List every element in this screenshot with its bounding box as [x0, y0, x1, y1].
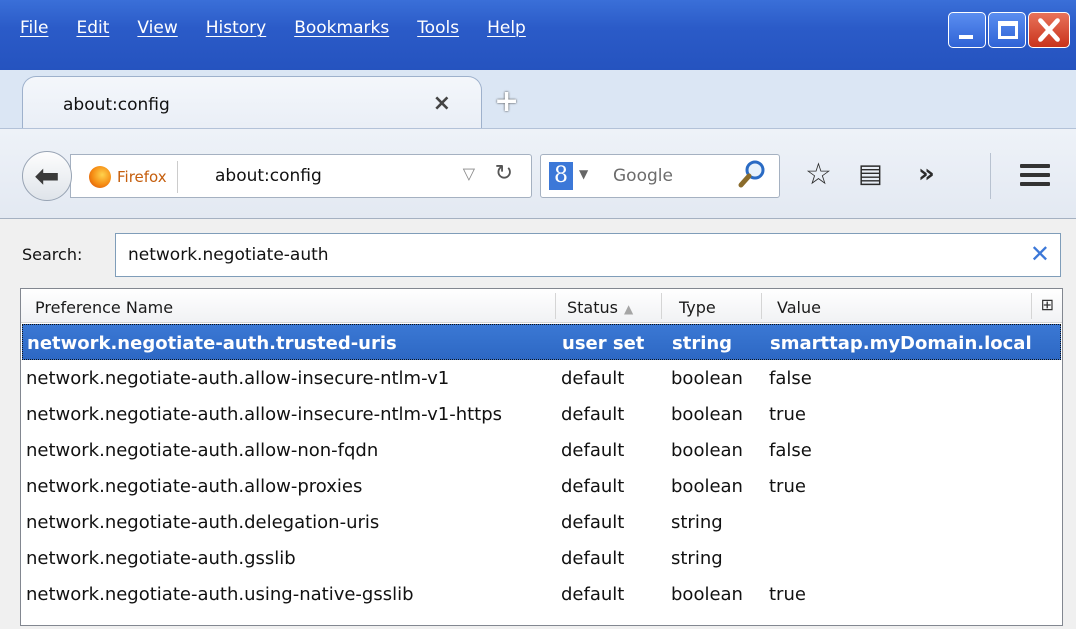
cell-value: smarttap.myDomain.local	[770, 333, 1032, 354]
cell-status: default	[561, 404, 625, 425]
cell-name: network.negotiate-auth.allow-non-fqdn	[26, 440, 379, 461]
column-divider[interactable]	[1031, 293, 1032, 319]
identity-box[interactable]: Firefox	[89, 161, 178, 193]
cell-status: default	[561, 548, 625, 569]
menu-view[interactable]: View	[123, 14, 191, 44]
cell-status: user set	[562, 333, 645, 354]
engine-dropdown-icon[interactable]: ▼	[579, 167, 588, 181]
cell-status: default	[561, 584, 625, 605]
back-arrow-icon: ⬅	[34, 158, 60, 194]
column-type[interactable]: Type	[679, 298, 716, 317]
column-preference-name[interactable]: Preference Name	[35, 298, 173, 317]
cell-type: string	[672, 333, 733, 354]
url-text[interactable]: about:config	[215, 166, 322, 186]
tab-title: about:config	[63, 95, 170, 115]
cell-name: network.negotiate-auth.allow-insecure-nt…	[26, 368, 450, 389]
config-search-input[interactable]: network.negotiate-auth ✕	[115, 233, 1061, 277]
menu-bookmarks[interactable]: Bookmarks	[280, 14, 403, 44]
cell-type: boolean	[671, 584, 743, 605]
cell-status: default	[561, 512, 625, 533]
navigation-toolbar: Firefox about:config ▽ ↻ ⬅ 8 ▼ Google ☆ …	[0, 128, 1076, 218]
cell-type: boolean	[671, 404, 743, 425]
cell-type: boolean	[671, 476, 743, 497]
table-row[interactable]: network.negotiate-auth.using-native-gssl…	[22, 576, 1061, 612]
tab-close-icon[interactable]: ×	[433, 91, 451, 116]
about-config-page: Search: network.negotiate-auth ✕ Prefere…	[0, 218, 1076, 629]
cell-status: default	[561, 440, 625, 461]
column-status-label: Status	[567, 298, 618, 317]
minimize-icon	[959, 35, 973, 39]
cell-value: false	[769, 440, 812, 461]
toolbar-separator	[990, 153, 991, 199]
table-row[interactable]: network.negotiate-auth.allow-non-fqdn def…	[22, 432, 1061, 468]
close-window-button[interactable]	[1028, 12, 1070, 48]
bookmarks-menu-icon[interactable]: ▤	[858, 159, 883, 189]
menu-edit[interactable]: Edit	[62, 14, 123, 44]
search-placeholder: Google	[613, 166, 673, 186]
table-row[interactable]: network.negotiate-auth.allow-insecure-nt…	[22, 396, 1061, 432]
table-row[interactable]: network.negotiate-auth.trusted-uris user …	[22, 324, 1061, 360]
hamburger-menu-icon[interactable]	[1020, 164, 1050, 186]
cell-value: false	[769, 368, 812, 389]
column-divider[interactable]	[761, 293, 762, 319]
tab-about-config[interactable]: about:config ×	[22, 76, 482, 130]
cell-name: network.negotiate-auth.allow-insecure-nt…	[26, 404, 503, 425]
column-value[interactable]: Value	[777, 298, 821, 317]
column-divider[interactable]	[661, 293, 662, 319]
cell-value: true	[769, 584, 806, 605]
history-dropdown-icon[interactable]: ▽	[463, 164, 475, 183]
firefox-icon	[89, 166, 111, 188]
cell-type: string	[671, 512, 723, 533]
cell-type: boolean	[671, 368, 743, 389]
search-label: Search:	[22, 245, 83, 264]
maximize-icon	[998, 21, 1018, 39]
column-divider[interactable]	[555, 293, 556, 319]
cell-status: default	[561, 368, 625, 389]
menu-history[interactable]: History	[192, 14, 280, 44]
cell-name: network.negotiate-auth.gsslib	[26, 548, 296, 569]
magnifier-icon[interactable]	[737, 159, 767, 189]
overflow-chevron-icon[interactable]: »	[918, 159, 935, 189]
search-bar[interactable]: 8 ▼ Google	[540, 154, 780, 198]
menu-bar: File Edit View History Bookmarks Tools H…	[14, 14, 540, 44]
cell-value: true	[769, 404, 806, 425]
search-engine-icon[interactable]: 8	[549, 162, 573, 190]
cell-name: network.negotiate-auth.delegation-uris	[26, 512, 380, 533]
cell-name: network.negotiate-auth.using-native-gssl…	[26, 584, 414, 605]
sort-ascending-icon: ▲	[623, 302, 634, 316]
title-bar: File Edit View History Bookmarks Tools H…	[0, 0, 1076, 70]
menu-file[interactable]: File	[14, 14, 62, 44]
cell-type: string	[671, 548, 723, 569]
minimize-button[interactable]	[948, 12, 986, 48]
column-picker-icon[interactable]: ⊞	[1041, 295, 1054, 314]
url-bar[interactable]: Firefox about:config ▽ ↻	[70, 154, 532, 198]
back-button[interactable]: ⬅	[22, 151, 72, 201]
table-row[interactable]: network.negotiate-auth.delegation-uris de…	[22, 504, 1061, 540]
menu-tools[interactable]: Tools	[403, 14, 473, 44]
cell-value: true	[769, 476, 806, 497]
config-search-value: network.negotiate-auth	[128, 245, 329, 265]
column-status[interactable]: Status ▲	[567, 298, 633, 317]
cell-name: network.negotiate-auth.trusted-uris	[27, 333, 397, 354]
bookmark-star-icon[interactable]: ☆	[805, 157, 832, 192]
table-row[interactable]: network.negotiate-auth.allow-insecure-nt…	[22, 360, 1061, 396]
table-row[interactable]: network.negotiate-auth.gsslib default stri…	[22, 540, 1061, 576]
reload-icon[interactable]: ↻	[495, 161, 513, 186]
window-controls	[948, 12, 1070, 48]
new-tab-icon[interactable]: +	[494, 84, 519, 119]
preferences-table[interactable]: Preference Name Status ▲ Type Value ⊞ net…	[20, 288, 1063, 626]
clear-search-icon[interactable]: ✕	[1030, 240, 1050, 268]
table-row[interactable]: network.negotiate-auth.allow-proxies defa…	[22, 468, 1061, 504]
table-header: Preference Name Status ▲ Type Value ⊞	[21, 289, 1062, 323]
cell-type: boolean	[671, 440, 743, 461]
cell-name: network.negotiate-auth.allow-proxies	[26, 476, 363, 497]
menu-help[interactable]: Help	[473, 14, 540, 44]
identity-label: Firefox	[117, 168, 167, 186]
maximize-button[interactable]	[988, 12, 1026, 48]
cell-status: default	[561, 476, 625, 497]
close-icon	[1038, 18, 1060, 42]
